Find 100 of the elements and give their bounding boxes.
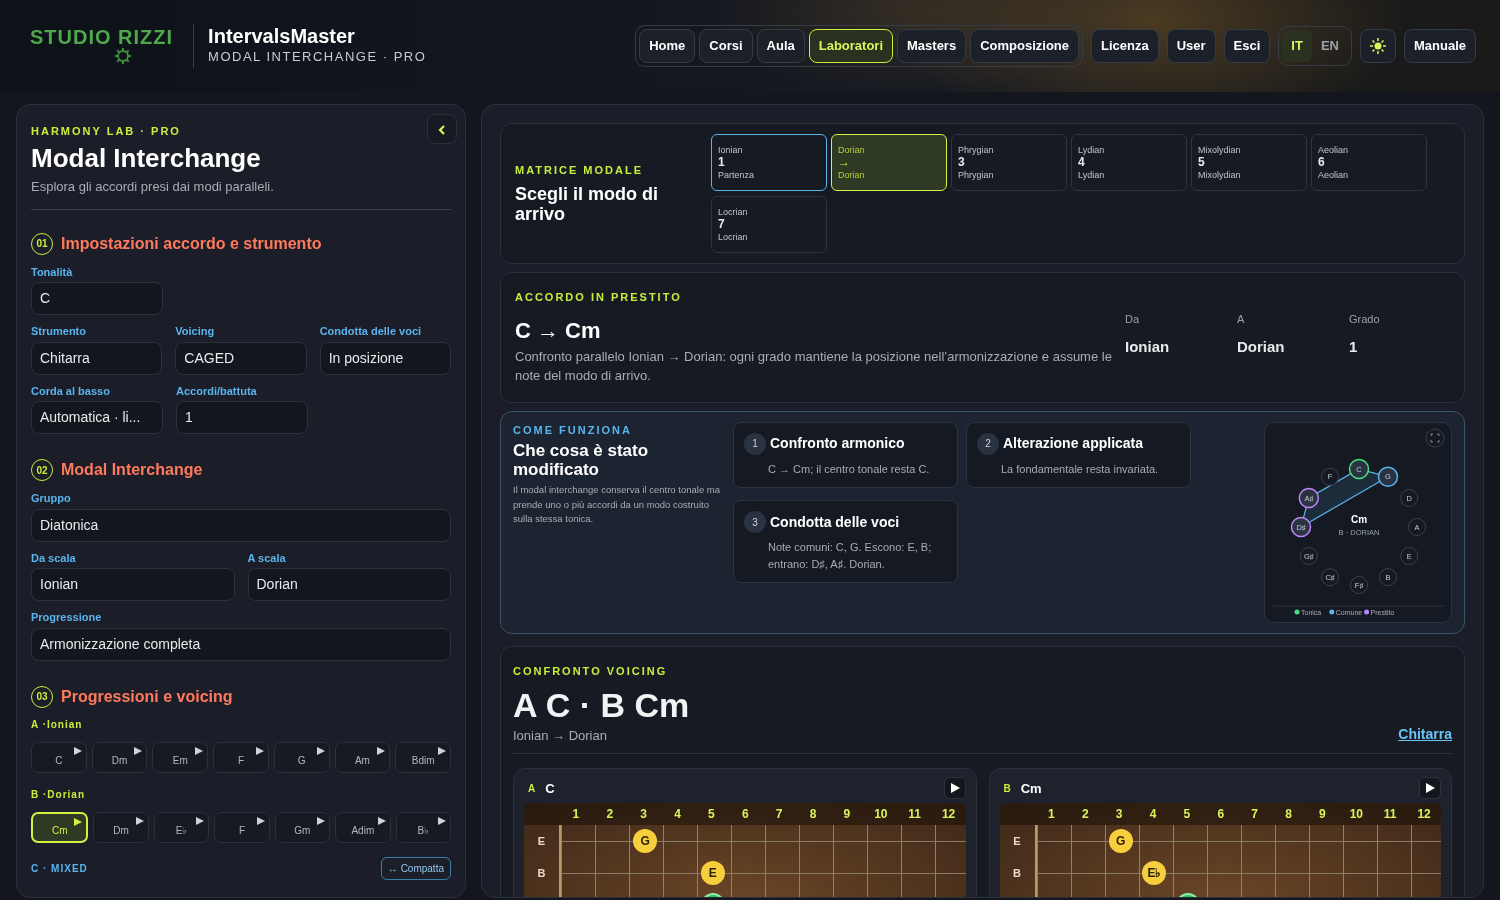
instrument-link[interactable]: Chitarra <box>1398 724 1452 746</box>
play-icon <box>256 816 265 825</box>
select-field[interactable]: C <box>31 282 163 316</box>
mode-tile[interactable]: Aeolian 6 Aeolian <box>1311 134 1427 191</box>
chord-button[interactable]: F <box>213 741 269 773</box>
play-icon <box>134 746 143 755</box>
chord-button[interactable]: E♭ <box>153 811 210 843</box>
progression-label: A ·Ionian <box>31 717 83 732</box>
compact-button[interactable]: ↔ Compatta <box>380 856 451 880</box>
chord-button[interactable]: Bdim <box>395 741 452 773</box>
string-name: B <box>1012 866 1022 882</box>
nav-tab[interactable]: Laboratori <box>808 29 893 63</box>
progression-label: B ·Dorian <box>31 787 85 802</box>
nav-tab[interactable]: Composizione <box>970 29 1079 63</box>
play-icon <box>196 816 205 825</box>
chord-button[interactable]: Em <box>152 741 209 773</box>
select-field[interactable]: CAGED <box>175 341 307 375</box>
progression-label: C · MIXED <box>31 861 88 876</box>
nav-button[interactable]: Esci <box>1223 29 1271 63</box>
mode-tile[interactable]: Ionian 1 Partenza <box>711 134 827 191</box>
string-name: B <box>536 866 547 882</box>
field-label: A scala <box>247 550 287 566</box>
board-letter: A <box>528 781 536 796</box>
field-label: Progressione <box>31 610 103 626</box>
mode-tile[interactable]: Mixolydian 5 Mixolydian <box>1191 134 1307 191</box>
section-title: Progressioni e voicing <box>61 686 233 707</box>
step-title: Condotta delle voci <box>770 512 900 532</box>
nav-tab[interactable]: Masters <box>897 29 967 63</box>
select-field[interactable]: Diatonica <box>31 508 451 542</box>
step-text: Note comuni: C, G. Escono: E, B; entrano: D♯, A♯. Dorian. <box>768 540 933 572</box>
language-toggle[interactable]: IT <box>1282 30 1312 62</box>
step-text: La fondamentale resta invariata. <box>1001 461 1160 477</box>
play-icon <box>73 746 82 755</box>
fret-number: 3 <box>1114 806 1124 824</box>
eyebrow-label: HARMONY LAB · PRO <box>31 124 181 139</box>
mode-tile[interactable]: Phrygian 3 Phrygian <box>951 134 1067 191</box>
mode-tile[interactable]: Dorian → Dorian <box>831 134 947 191</box>
chord-button[interactable]: Dm <box>93 811 149 843</box>
chord-button[interactable]: C <box>31 741 87 773</box>
chord-button[interactable]: Cm <box>31 811 89 843</box>
play-icon <box>255 746 264 755</box>
play-icon <box>377 816 386 825</box>
chord-button[interactable]: Dm <box>91 741 148 773</box>
nav-tab[interactable]: Home <box>639 29 696 63</box>
eyebrow-label: CONFRONTO VOICING <box>513 663 668 679</box>
select-field[interactable]: Armonizzazione completa <box>31 627 451 661</box>
fret-number: 9 <box>842 806 852 824</box>
step-title: Alterazione applicata <box>1003 434 1144 453</box>
play-icon <box>135 816 144 825</box>
play-icon <box>949 783 960 794</box>
step-number: 1 <box>744 432 766 455</box>
chord-change-title: C → Cm <box>515 316 602 345</box>
string-name: E <box>1012 834 1022 850</box>
language-toggle[interactable]: EN <box>1311 30 1348 62</box>
fret-number: 6 <box>1216 806 1226 824</box>
play-icon <box>377 746 386 755</box>
chord-button[interactable]: Am <box>334 741 391 773</box>
field-label: Da scala <box>31 550 77 566</box>
sun-icon <box>1369 36 1387 56</box>
play-button[interactable] <box>1419 777 1441 800</box>
fret-number: 6 <box>740 806 750 824</box>
mode-tile[interactable]: Lydian 4 Lydian <box>1071 134 1187 191</box>
step-title: Confronto armonico <box>770 434 905 453</box>
fret-number: 4 <box>1148 806 1158 824</box>
stat-value: Dorian <box>1237 336 1286 357</box>
note-dot: E♭ <box>1142 861 1167 886</box>
chord-button[interactable]: Gm <box>274 811 331 843</box>
field-label: Voicing <box>175 324 216 340</box>
chord-button[interactable]: F <box>214 811 270 843</box>
collapse-button[interactable] <box>427 114 457 144</box>
fret-number: 8 <box>808 806 818 824</box>
mode-tile[interactable]: Locrian 7 Locrian <box>711 196 827 253</box>
select-field[interactable]: Chitarra <box>31 341 163 375</box>
panel-title: Modal Interchange <box>31 143 262 174</box>
chord-button[interactable]: G <box>273 741 330 773</box>
play-icon <box>195 746 204 755</box>
select-field[interactable]: In posizione <box>319 341 451 375</box>
manual-button[interactable]: Manuale <box>1404 29 1476 63</box>
theme-button[interactable] <box>1360 29 1396 63</box>
select-field[interactable]: Automatica · li... <box>31 401 163 435</box>
chord-button[interactable]: B♭ <box>395 811 451 843</box>
select-field[interactable]: Dorian <box>247 568 451 602</box>
chord-name: C <box>545 779 555 798</box>
play-icon <box>316 746 325 755</box>
play-icon <box>438 746 447 755</box>
center-chord: Cm <box>1350 513 1368 525</box>
nav-tab[interactable]: Corsi <box>699 29 753 63</box>
play-icon <box>1425 783 1435 794</box>
select-field[interactable]: 1 <box>176 401 308 435</box>
nav-tab[interactable]: Aula <box>756 29 805 63</box>
section-title: Modal Interchange <box>61 460 203 481</box>
play-button[interactable] <box>943 777 966 800</box>
nav-button[interactable]: Licenza <box>1091 29 1159 63</box>
note-dot: E <box>700 861 725 886</box>
select-field[interactable]: Ionian <box>31 568 235 602</box>
nav-button[interactable]: User <box>1166 29 1216 63</box>
chord-button[interactable]: Adim <box>335 811 391 843</box>
field-label: Condotta delle voci <box>319 324 423 340</box>
description-text: Il modal interchange conserva il centro tonale ma prende uno o più accordi da un modo costruito sulla stessa tonica. <box>513 483 721 526</box>
eyebrow-label: ACCORDO IN PRESTITO <box>515 290 682 305</box>
